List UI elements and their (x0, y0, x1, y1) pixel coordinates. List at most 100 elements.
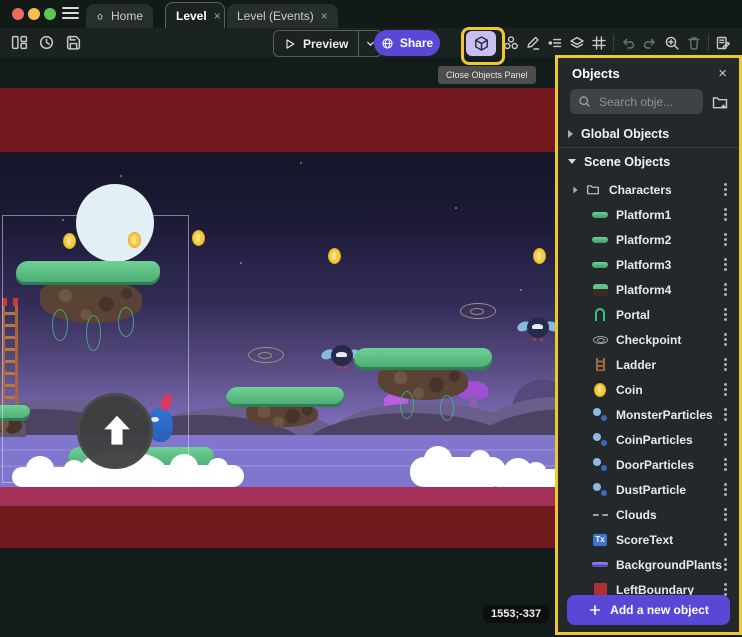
delete-button[interactable] (683, 31, 705, 55)
monster-object[interactable] (518, 315, 558, 341)
object-list-item[interactable]: MonsterParticles (558, 402, 739, 427)
minimize-window-button[interactable] (28, 8, 40, 20)
undo-icon (620, 35, 636, 51)
cloud-object[interactable] (12, 467, 100, 487)
object-list-item[interactable]: DoorParticles (558, 452, 739, 477)
object-list-item[interactable]: CoinParticles (558, 427, 739, 452)
kebab-menu-icon[interactable] (724, 538, 727, 541)
redo-button[interactable] (639, 31, 661, 55)
coin-object[interactable] (328, 248, 341, 264)
add-new-object-button[interactable]: Add a new object (567, 595, 730, 625)
add-folder-button[interactable] (711, 93, 729, 111)
tab-close-icon[interactable]: × (214, 9, 221, 23)
object-list-item[interactable]: Clouds (558, 502, 739, 527)
tab-level[interactable]: Level × (165, 2, 225, 28)
trash-icon (686, 35, 702, 51)
tab-close-icon[interactable]: × (321, 9, 328, 23)
scene-properties-button[interactable] (712, 31, 734, 55)
kebab-menu-icon[interactable] (724, 363, 727, 366)
object-groups-button[interactable] (500, 31, 522, 55)
object-list-item[interactable]: Platform3 (558, 252, 739, 277)
kebab-menu-icon[interactable] (724, 288, 727, 291)
search-icon (578, 95, 591, 108)
up-arrow-icon (97, 411, 137, 451)
object-list-item[interactable]: Portal (558, 302, 739, 327)
section-global-objects[interactable]: Global Objects (558, 120, 739, 147)
star (520, 289, 522, 291)
close-window-button[interactable] (12, 8, 24, 20)
object-list-item[interactable]: DustParticle (558, 477, 739, 502)
kebab-menu-icon[interactable] (724, 313, 727, 316)
kebab-menu-icon[interactable] (724, 188, 727, 191)
undo-button[interactable] (617, 31, 639, 55)
object-list-item-characters[interactable]: Characters (558, 177, 739, 202)
coin-icon (591, 383, 609, 397)
monster-foot (533, 338, 536, 341)
share-button[interactable]: Share (374, 30, 440, 56)
cloud-object[interactable] (156, 465, 244, 487)
jump-control-button[interactable] (77, 393, 153, 469)
layers-button[interactable] (566, 31, 588, 55)
checkpoint-object[interactable] (460, 303, 496, 319)
kebab-menu-icon[interactable] (724, 263, 727, 266)
kebab-menu-icon[interactable] (724, 238, 727, 241)
kebab-menu-icon[interactable] (724, 588, 727, 591)
star (300, 162, 302, 164)
menu-icon[interactable] (62, 7, 79, 21)
platform-object[interactable] (354, 348, 492, 370)
panel-layout-button[interactable] (8, 30, 30, 54)
tab-level-events[interactable]: Level (Events) × (227, 4, 338, 28)
star (120, 175, 122, 177)
monster-foot (344, 366, 347, 369)
object-list-item[interactable]: Platform4 (558, 277, 739, 302)
platform-object[interactable] (226, 387, 344, 407)
save-button[interactable] (62, 30, 84, 54)
close-panel-icon[interactable]: × (718, 66, 727, 81)
divider (613, 34, 614, 51)
zoom-in-icon (664, 35, 680, 51)
kebab-menu-icon[interactable] (724, 488, 727, 491)
play-icon (284, 38, 296, 50)
maximize-window-button[interactable] (44, 8, 56, 20)
platform-dirt[interactable] (378, 366, 468, 400)
search-box[interactable] (570, 89, 703, 114)
kebab-menu-icon[interactable] (724, 413, 727, 416)
share-label: Share (400, 36, 433, 50)
grid-button[interactable] (588, 31, 610, 55)
object-list-item[interactable]: BackgroundPlants (558, 552, 739, 577)
kebab-menu-icon[interactable] (724, 213, 727, 216)
edit-button[interactable] (522, 31, 544, 55)
checkpoint-object[interactable] (248, 347, 284, 363)
kebab-menu-icon[interactable] (724, 388, 727, 391)
history-button[interactable] (35, 30, 57, 54)
tab-home[interactable]: Home (86, 4, 153, 28)
kebab-menu-icon[interactable] (724, 463, 727, 466)
kebab-menu-icon[interactable] (724, 563, 727, 566)
cloud-object[interactable] (490, 469, 562, 487)
zoom-in-button[interactable] (661, 31, 683, 55)
objects-panel-toggle-button[interactable] (466, 31, 496, 56)
star (240, 262, 242, 264)
object-list-item[interactable]: Tx ScoreText (558, 527, 739, 552)
object-list-item[interactable]: Platform2 (558, 227, 739, 252)
platform-tall-icon (591, 284, 609, 296)
layers-icon (569, 35, 585, 51)
kebab-menu-icon[interactable] (724, 513, 727, 516)
object-list-item[interactable]: Checkpoint (558, 327, 739, 352)
kebab-menu-icon[interactable] (724, 338, 727, 341)
preview-button[interactable]: Preview (274, 31, 358, 56)
object-list-item[interactable]: Platform1 (558, 202, 739, 227)
section-scene-objects[interactable]: Scene Objects (558, 148, 739, 175)
preview-label: Preview (303, 37, 348, 51)
coin-object[interactable] (533, 248, 546, 264)
monster-eyes (532, 324, 543, 329)
search-input[interactable] (597, 94, 695, 110)
expand-arrow-icon (568, 159, 576, 164)
object-list-item[interactable]: Coin (558, 377, 739, 402)
vine (440, 395, 454, 421)
coin-object[interactable] (192, 230, 205, 246)
kebab-menu-icon[interactable] (724, 438, 727, 441)
instances-list-button[interactable] (544, 31, 566, 55)
particles-icon (591, 408, 609, 422)
object-list-item[interactable]: Ladder (558, 352, 739, 377)
